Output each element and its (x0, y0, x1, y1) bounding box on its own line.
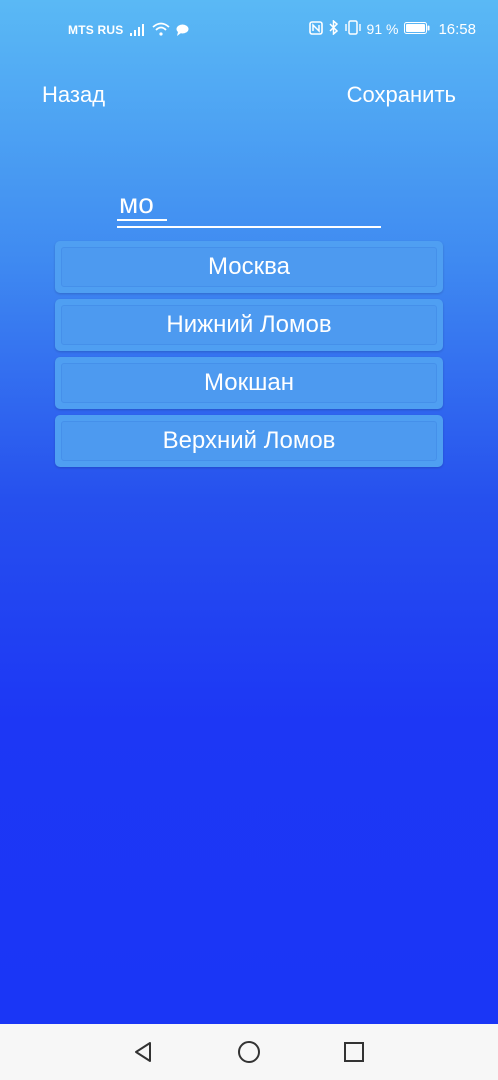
signal-icon (130, 23, 146, 41)
bluetooth-icon (329, 19, 339, 38)
city-search-input[interactable] (117, 182, 381, 228)
status-icons-left (130, 22, 189, 41)
search-text-underline (117, 219, 167, 221)
nfc-icon (308, 20, 323, 38)
header: Назад Сохранить (0, 80, 498, 116)
recents-square-icon[interactable] (340, 1038, 368, 1066)
city-result-item[interactable]: Мокшан (55, 357, 443, 409)
city-results-list: Москва Нижний Ломов Мокшан Верхний Ломов (55, 241, 443, 473)
city-result-item[interactable]: Верхний Ломов (55, 415, 443, 467)
system-nav-bar (0, 1024, 498, 1080)
message-icon (176, 23, 189, 41)
city-result-item[interactable]: Нижний Ломов (55, 299, 443, 351)
app-screen: MTS RUS 91 % 16:58 Назад Сохранить мо Мо… (0, 0, 498, 1080)
back-button[interactable]: Назад (42, 82, 105, 108)
home-circle-icon[interactable] (235, 1038, 263, 1066)
battery-icon (404, 21, 430, 37)
status-bar: MTS RUS 91 % 16:58 (0, 0, 498, 62)
city-result-item[interactable]: Москва (55, 241, 443, 293)
city-result-label: Мокшан (204, 369, 294, 396)
clock: 16:58 (438, 20, 476, 38)
wifi-icon (152, 22, 170, 41)
city-result-label: Верхний Ломов (162, 427, 336, 454)
city-result-label: Нижний Ломов (166, 311, 332, 338)
battery-percent: 91 % (366, 21, 399, 37)
back-triangle-icon[interactable] (130, 1038, 158, 1066)
vibrate-icon (344, 20, 361, 38)
carrier-name: MTS RUS (68, 23, 124, 37)
city-result-label: Москва (208, 253, 290, 280)
search-field-wrapper (117, 182, 381, 232)
save-button[interactable]: Сохранить (347, 82, 456, 108)
status-icons-right: 91 % 16:58 (308, 19, 476, 38)
